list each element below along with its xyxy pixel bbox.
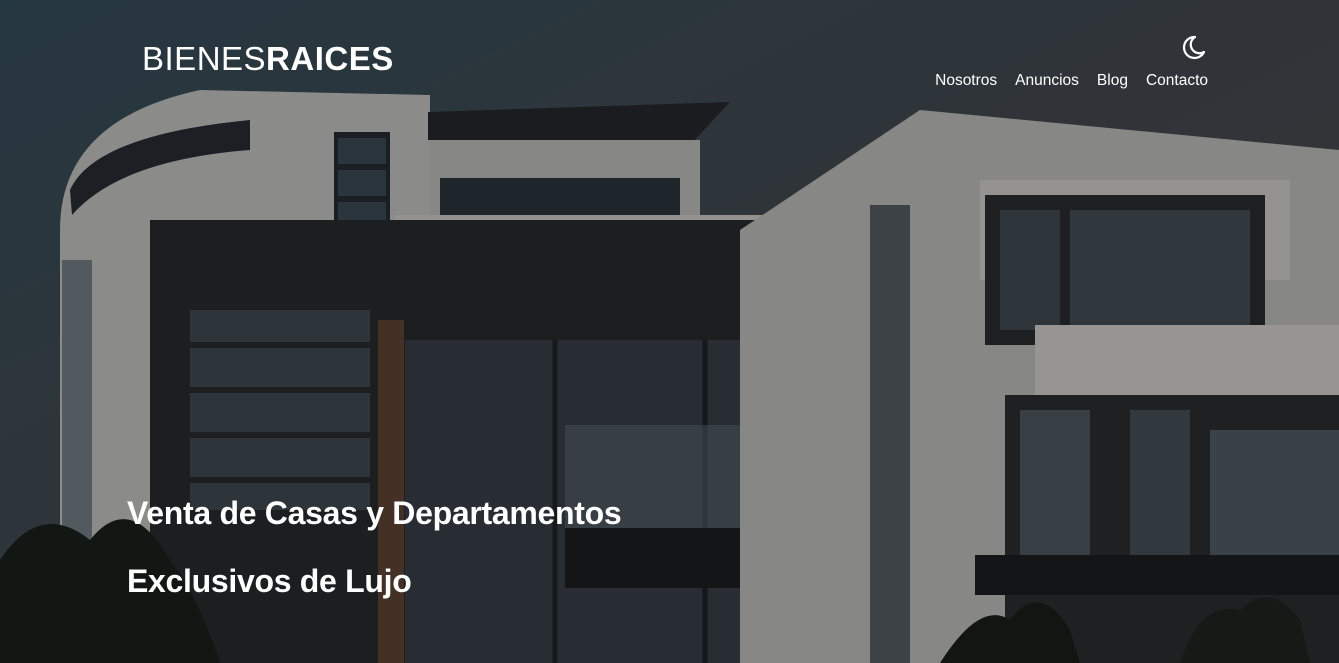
- nav-link-blog[interactable]: Blog: [1097, 71, 1128, 91]
- main-nav: Nosotros Anuncios Blog Contacto: [935, 71, 1208, 91]
- dark-mode-toggle[interactable]: [1178, 32, 1208, 62]
- logo-text-light: BIENES: [142, 40, 267, 77]
- logo-text-bold: RAICES: [266, 40, 394, 77]
- site-header: BIENESRAICES Nosotros Anuncios Blog Cont…: [142, 30, 1208, 100]
- moon-icon: [1182, 35, 1206, 60]
- site-logo[interactable]: BIENESRAICES: [142, 42, 394, 76]
- hero-heading-line1: Venta de Casas y Departamentos: [127, 495, 622, 531]
- hero-section: BIENESRAICES Nosotros Anuncios Blog Cont…: [0, 0, 1339, 663]
- nav-link-contacto[interactable]: Contacto: [1146, 71, 1208, 91]
- nav-link-anuncios[interactable]: Anuncios: [1015, 71, 1079, 91]
- nav-link-nosotros[interactable]: Nosotros: [935, 71, 997, 91]
- hero-heading-block: Venta de Casas y Departamentos Exclusivo…: [127, 490, 622, 604]
- hero-heading-line2: Exclusivos de Lujo: [127, 563, 412, 599]
